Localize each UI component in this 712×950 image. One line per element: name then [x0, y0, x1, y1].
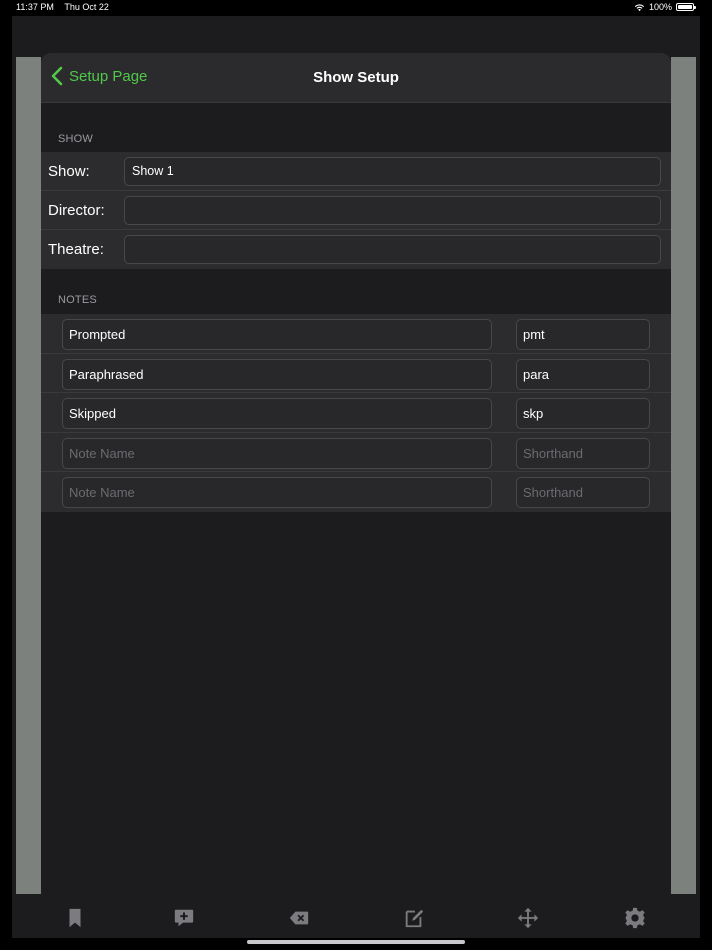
page-title: Show Setup	[313, 69, 399, 86]
status-right: 100%	[634, 2, 696, 12]
settings-button[interactable]	[623, 906, 647, 930]
move-button[interactable]	[516, 906, 540, 930]
note-name-field[interactable]: Prompted	[62, 319, 492, 350]
status-date: Thu Oct 22	[64, 2, 109, 12]
director-field[interactable]	[124, 196, 661, 225]
add-comment-button[interactable]	[172, 906, 196, 930]
add-comment-icon	[174, 909, 194, 927]
move-icon	[517, 907, 539, 929]
note-shorthand-field[interactable]: skp	[516, 398, 650, 430]
director-row: Director:	[41, 191, 671, 230]
delete-icon	[289, 911, 309, 925]
show-setup-sheet: Setup Page Show Setup SHOW Show: Show 1 …	[41, 53, 671, 898]
battery-percent: 100%	[648, 2, 672, 12]
note-name-field[interactable]: Note Name	[62, 477, 492, 509]
director-label: Director:	[48, 202, 105, 219]
theatre-label: Theatre:	[48, 241, 104, 258]
navigation-bar: Setup Page Show Setup	[41, 53, 671, 103]
note-row: Prompted pmt	[41, 314, 671, 354]
bookmark-button[interactable]	[63, 906, 87, 930]
notes-section-header: NOTES	[58, 294, 97, 306]
gear-icon	[624, 907, 646, 929]
note-row-empty: Note Name Shorthand	[41, 433, 671, 473]
note-name-field[interactable]: Paraphrased	[62, 358, 492, 390]
note-row-empty: Note Name Shorthand	[41, 472, 671, 512]
show-form: Show: Show 1 Director: Theatre:	[41, 152, 671, 269]
show-name-field[interactable]: Show 1	[124, 157, 661, 186]
battery-icon	[676, 3, 696, 11]
delete-button[interactable]	[287, 906, 311, 930]
note-name-field[interactable]: Note Name	[62, 437, 492, 469]
status-time: 11:37 PM	[16, 2, 54, 12]
wifi-icon	[634, 3, 645, 11]
note-name-field[interactable]: Skipped	[62, 398, 492, 430]
show-section-header: SHOW	[58, 133, 94, 145]
status-left: 11:37 PM Thu Oct 22	[16, 2, 109, 12]
edit-icon	[405, 909, 424, 928]
notes-list: Prompted pmt Paraphrased para Skipped sk…	[41, 314, 671, 512]
show-label: Show:	[48, 163, 90, 180]
bookmark-icon	[69, 908, 81, 928]
show-row: Show: Show 1	[41, 152, 671, 191]
bottom-toolbar	[12, 898, 700, 938]
left-panel	[16, 57, 41, 894]
theatre-field[interactable]	[124, 235, 661, 264]
status-bar: 11:37 PM Thu Oct 22 100%	[0, 0, 712, 16]
edit-button[interactable]	[402, 906, 426, 930]
note-shorthand-field[interactable]: Shorthand	[516, 437, 650, 469]
note-row: Paraphrased para	[41, 354, 671, 394]
note-shorthand-field[interactable]: Shorthand	[516, 477, 650, 509]
right-panel	[671, 57, 696, 894]
note-shorthand-field[interactable]: para	[516, 358, 650, 390]
note-row: Skipped skp	[41, 393, 671, 433]
home-indicator[interactable]	[247, 940, 465, 944]
theatre-row: Theatre:	[41, 230, 671, 269]
note-shorthand-field[interactable]: pmt	[516, 319, 650, 350]
